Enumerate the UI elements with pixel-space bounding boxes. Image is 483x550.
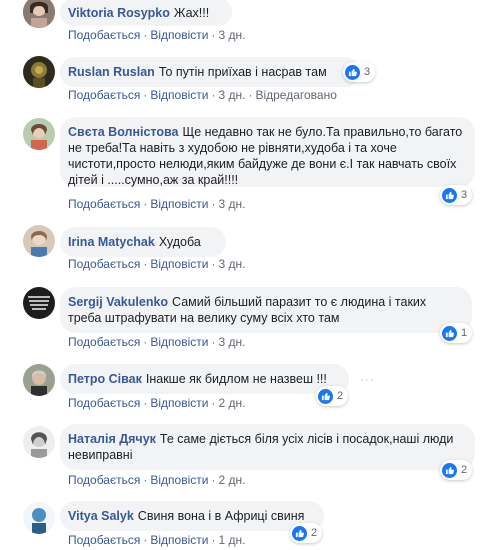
reactions-count[interactable]: 1: [440, 323, 473, 343]
comment-text: Худоба: [158, 235, 201, 249]
reply-link[interactable]: Відповісти: [150, 28, 208, 42]
reactions-number: 1: [461, 327, 468, 339]
edited-label[interactable]: Відредаговано: [255, 88, 336, 102]
like-link[interactable]: Подобається: [68, 335, 140, 349]
comment-actions: Подобається · Відповісти · 3 дн.: [68, 335, 246, 349]
comment-author[interactable]: Vitya Salyk: [68, 509, 134, 523]
avatar[interactable]: [23, 118, 55, 150]
reactions-count[interactable]: 2: [290, 523, 323, 543]
comment-author[interactable]: Петро Сівак: [68, 372, 142, 386]
like-link[interactable]: Подобається: [68, 257, 140, 271]
like-link[interactable]: Подобається: [68, 533, 140, 547]
avatar[interactable]: [23, 364, 55, 396]
comment-author[interactable]: Viktoria Rosypko: [68, 6, 170, 20]
comment-bubble: Ruslan Ruslan То путін приїхав і насрав т…: [60, 57, 360, 87]
avatar[interactable]: [23, 426, 55, 458]
comment-bubble: Петро Сівак Інакше як бидлом не назвеш !!…: [60, 364, 349, 394]
like-icon: [345, 64, 360, 80]
reactions-number: 2: [461, 464, 468, 476]
reactions-number: 2: [337, 390, 344, 402]
reactions-number: 3: [461, 189, 468, 201]
reply-link[interactable]: Відповісти: [150, 88, 208, 102]
like-link[interactable]: Подобається: [68, 473, 140, 487]
like-icon: [442, 462, 457, 478]
like-icon: [318, 388, 333, 404]
avatar[interactable]: [23, 56, 55, 88]
comment-text: Свиня вона і в Африці свиня: [137, 509, 305, 523]
reactions-number: 2: [311, 527, 318, 539]
comment-author[interactable]: Свєта Волністова: [68, 125, 179, 139]
reactions-number: 3: [364, 66, 371, 78]
like-icon: [442, 187, 457, 203]
reactions-count[interactable]: 3: [343, 62, 376, 82]
comment-bubble: Viktoria Rosypko Жах!!!: [60, 0, 232, 26]
comment-actions: Подобається · Відповісти · 1 дн.: [68, 533, 246, 547]
more-options-icon[interactable]: ···: [360, 372, 375, 386]
like-link[interactable]: Подобається: [68, 396, 140, 410]
reply-link[interactable]: Відповісти: [150, 533, 208, 547]
comment-author[interactable]: Ruslan Ruslan: [68, 65, 155, 79]
comment-bubble: Свєта Волністова Ще недавно так не було.Т…: [60, 117, 475, 187]
like-icon: [442, 325, 457, 341]
avatar[interactable]: [23, 287, 55, 319]
comment-text: То путін приїхав і насрав там: [158, 65, 327, 79]
comment-time[interactable]: 3 дн.: [218, 257, 245, 271]
comment-time[interactable]: 3 дн.: [218, 335, 245, 349]
reply-link[interactable]: Відповісти: [150, 257, 208, 271]
like-icon: [292, 525, 307, 541]
comment-time[interactable]: 2 дн.: [218, 473, 245, 487]
comment-time[interactable]: 1 дн.: [218, 533, 245, 547]
reactions-count[interactable]: 3: [440, 185, 473, 205]
like-link[interactable]: Подобається: [68, 197, 140, 211]
avatar[interactable]: [23, 225, 55, 257]
comment-bubble: Irina Matychak Худоба: [60, 227, 226, 257]
reply-link[interactable]: Відповісти: [150, 335, 208, 349]
reactions-count[interactable]: 2: [316, 386, 349, 406]
comment-text: Інакше як бидлом не назвеш !!!: [145, 372, 327, 386]
comment-time[interactable]: 3 дн.: [218, 28, 245, 42]
reply-link[interactable]: Відповісти: [150, 396, 208, 410]
comment-time[interactable]: 2 дн.: [218, 396, 245, 410]
comment-author[interactable]: Sergij Vakulenko: [68, 295, 168, 309]
comment-author[interactable]: Irina Matychak: [68, 235, 155, 249]
comment-text: Жах!!!: [173, 6, 210, 20]
comment-time[interactable]: 3 дн.: [218, 197, 245, 211]
avatar[interactable]: [23, 502, 55, 534]
comment-actions: Подобається · Відповісти · 3 дн.: [68, 257, 246, 271]
comment-bubble: Vitya Salyk Свиня вона і в Африці свиня: [60, 501, 324, 531]
reactions-count[interactable]: 2: [440, 460, 473, 480]
comment-bubble: Наталія Дячук Те саме діється біля усіх л…: [60, 424, 475, 470]
comment-actions: Подобається · Відповісти · 3 дн.: [68, 197, 246, 211]
comment-actions: Подобається · Відповісти · 2 дн.: [68, 396, 246, 410]
comment-actions: Подобається · Відповісти · 3 дн. · Відредагова…: [68, 88, 337, 102]
reply-link[interactable]: Відповісти: [150, 197, 208, 211]
reply-link[interactable]: Відповісти: [150, 473, 208, 487]
comment-actions: Подобається · Відповісти · 2 дн.: [68, 473, 246, 487]
comment-author[interactable]: Наталія Дячук: [68, 432, 156, 446]
like-link[interactable]: Подобається: [68, 88, 140, 102]
comment-time[interactable]: 3 дн.: [218, 88, 245, 102]
comment-bubble: Sergij Vakulenko Самий більший паразит то…: [60, 287, 472, 333]
comment-actions: Подобається · Відповісти · 3 дн.: [68, 28, 246, 42]
like-link[interactable]: Подобається: [68, 28, 140, 42]
avatar[interactable]: [23, 0, 55, 28]
